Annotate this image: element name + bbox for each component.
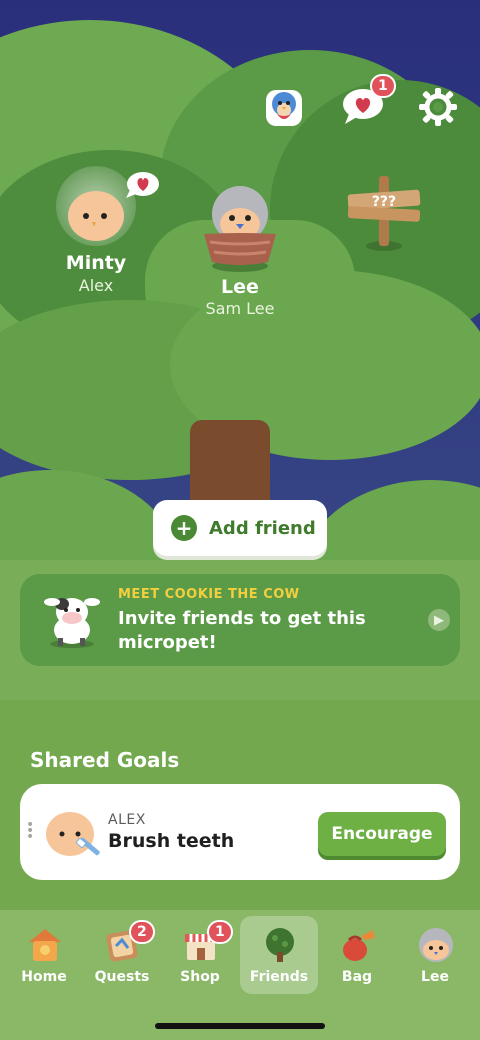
tab-label: Quests: [94, 969, 150, 985]
minty-pet-icon: [68, 191, 124, 241]
add-friend-label: Add friend: [209, 517, 316, 539]
friend-owner-lee: Sam Lee: [205, 299, 275, 318]
gear-icon: [419, 88, 457, 126]
settings-button[interactable]: [416, 85, 460, 129]
add-friend-button[interactable]: + Add friend: [153, 500, 327, 556]
promo-text: Invite friends to get this micropet!: [118, 608, 366, 653]
tab-quests[interactable]: 2 Quests: [83, 916, 161, 994]
pet-avatar-icon: [419, 928, 453, 962]
lee-pet-in-nest-icon: [204, 186, 276, 272]
quests-badge: 2: [129, 920, 155, 944]
messages-badge: 1: [370, 74, 396, 98]
goal-person: ALEX: [108, 812, 146, 828]
bottom-tab-bar: Home 2 Quests 1 Shop Friends Bag Lee: [0, 910, 480, 1040]
friend-name-lee: Lee: [221, 276, 259, 298]
shared-goals-title: Shared Goals: [30, 748, 180, 772]
tab-label: Bag: [341, 969, 373, 985]
heart-bubble-icon: [126, 172, 159, 198]
shop-badge: 1: [207, 920, 233, 944]
plus-icon: +: [171, 515, 197, 541]
tab-shop[interactable]: 1 Shop: [161, 916, 239, 994]
tab-label: Lee: [421, 969, 449, 985]
encourage-button[interactable]: Encourage: [318, 812, 446, 856]
tab-pet-profile[interactable]: Lee: [396, 916, 474, 994]
sign-text: ???: [371, 194, 397, 210]
brushing-pet-icon: [46, 812, 100, 856]
promo-kicker: MEET COOKIE THE COW: [118, 587, 300, 602]
friend-name-minty: Minty: [65, 252, 127, 274]
tab-bag[interactable]: Bag: [318, 916, 396, 994]
tab-friends[interactable]: Friends: [240, 916, 318, 994]
shared-goal-card[interactable]: • • • ALEX Brush teeth Encourage: [20, 784, 460, 880]
tab-label: Friends: [249, 969, 309, 985]
birdhouse-icon: [29, 929, 61, 961]
signpost-icon: [347, 176, 421, 251]
profile-bird-button[interactable]: [262, 84, 306, 128]
invite-promo-card[interactable]: MEET COOKIE THE COW Invite friends to ge…: [20, 574, 460, 666]
tab-label: Home: [21, 969, 67, 985]
friends-tree-scene: 1 Minty Alex Lee Sam Lee ??? + Add frien…: [0, 0, 480, 700]
mystery-friend-slot[interactable]: ???: [344, 174, 424, 254]
home-indicator: [155, 1023, 325, 1029]
drag-handle-icon[interactable]: • • •: [26, 818, 34, 844]
friend-lee[interactable]: [196, 182, 284, 274]
heart-messages-button[interactable]: 1: [340, 74, 396, 126]
profile-bird-icon: [266, 90, 302, 126]
minty-heart-bubble: [124, 170, 160, 200]
tab-label: Shop: [180, 969, 220, 985]
cow-pet-icon: [44, 598, 100, 648]
bag-icon: [343, 930, 375, 961]
chevron-right-icon: ▶: [428, 609, 450, 631]
goal-task: Brush teeth: [108, 830, 235, 852]
tree-icon: [266, 928, 294, 962]
friend-owner-minty: Alex: [78, 276, 114, 295]
tab-home[interactable]: Home: [5, 916, 83, 994]
